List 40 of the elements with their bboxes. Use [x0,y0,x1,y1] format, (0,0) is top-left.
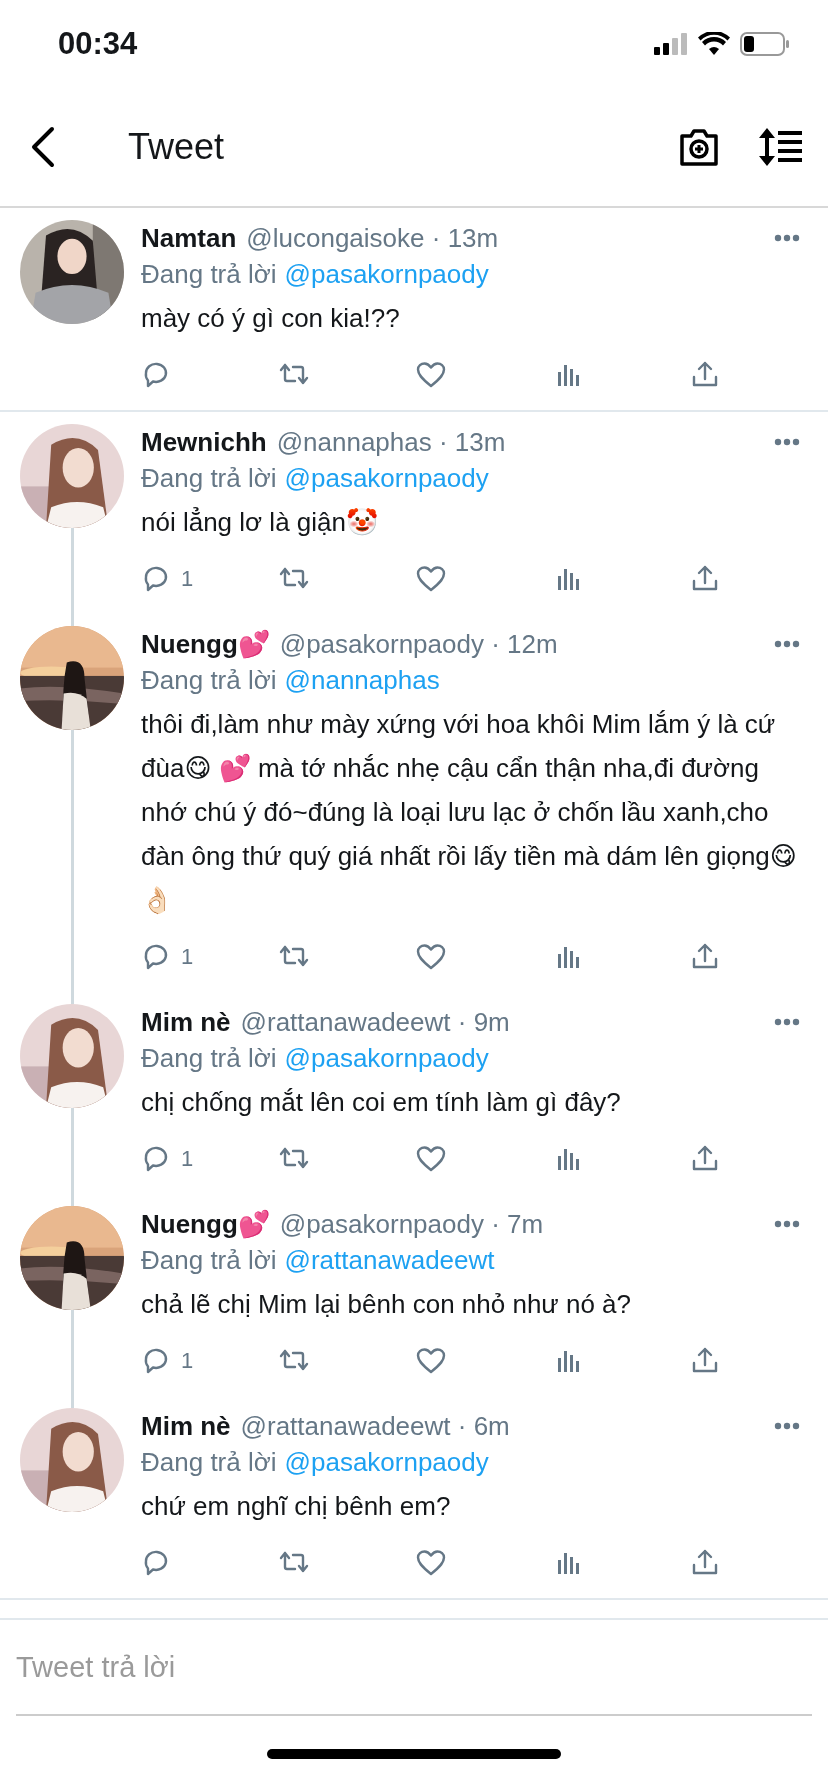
header-title: Tweet [128,126,226,168]
tweet-text: nói lẳng lơ là giận🤡 [141,506,379,539]
reply-label: Đang trả lời [141,258,277,291]
more-icon[interactable] [774,1018,800,1026]
handle-time: @nannaphas · 13m [276,426,507,459]
user-name[interactable]: Nuengg💕 [141,1206,270,1242]
more-icon[interactable] [774,1422,800,1430]
reply-label: Đang trả lời [141,1042,277,1075]
tweet-text: thôi đi,làm như mày xứng với hoa khôi Mim lắm ý là cứ đùa😋 💕 mà tớ nhắc nhẹ cậu cẩn thận nha,đi đường nhớ chú ý đó~đúng là loại lưu lạc ở chốn lầu xanh,cho đàn ông thứ quý giá nhất rồi lấy tiền mà dám lên giọng😋 👌🏻 [141,708,798,917]
reply-count: 1 [181,1348,194,1374]
reply-label: Đang trả lời [141,664,277,697]
reply-label: Đang trả lời [141,1244,277,1277]
user-name[interactable]: Mim nè [141,1408,231,1444]
tweet-text: chị chống mắt lên coi em tính làm gì đây? [141,1086,622,1119]
handle-time: @rattanawadeewt · 9m [240,1006,511,1039]
tweet-text: mày có ý gì con kia!?? [141,302,401,335]
signal-icon [654,33,688,55]
tweet-text: chả lẽ chị Mim lại bênh con nhỏ như nó à? [141,1288,633,1321]
status-time: 00:34 [58,26,138,62]
handle-time: @lucongaisoke · 13m [246,222,500,255]
user-name[interactable]: Namtan [141,220,237,256]
reply-count: 1 [181,1146,194,1172]
reply-field[interactable]: Tweet trả lời [16,1620,812,1716]
reply-label: Đang trả lời [141,1446,277,1479]
reply-label: Đang trả lời [141,462,277,495]
battery-icon [740,32,790,56]
handle-time: @pasakornpaody · 7m [279,1208,545,1241]
user-name[interactable]: Mim nè [141,1004,231,1040]
more-icon[interactable] [774,438,800,446]
handle-time: @pasakornpaody · 12m [279,628,559,661]
wifi-icon [698,32,730,56]
more-icon[interactable] [774,234,800,242]
user-name[interactable]: Nuengg💕 [141,626,270,662]
more-icon[interactable] [774,1220,800,1228]
more-icon[interactable] [774,640,800,648]
tweet-text: chứ em nghĩ chị bênh em? [141,1490,452,1523]
user-name[interactable]: Mewnichh [141,424,267,460]
reply-count: 1 [181,944,194,970]
reply-count: 1 [181,566,194,592]
handle-time: @rattanawadeewt · 6m [240,1410,511,1443]
